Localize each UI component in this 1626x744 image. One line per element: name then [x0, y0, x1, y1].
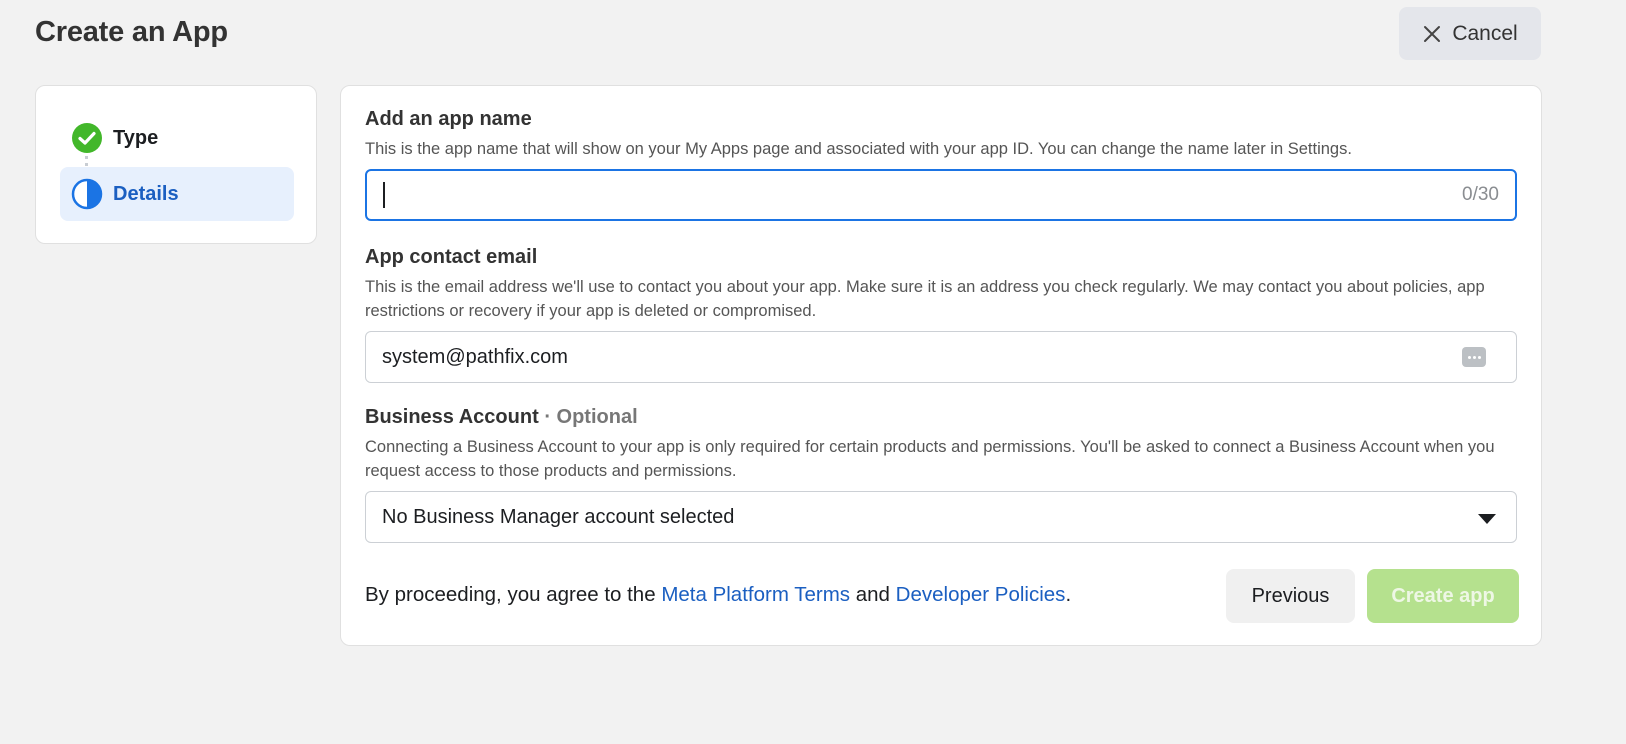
close-icon: [1424, 25, 1441, 42]
step-type[interactable]: Type: [60, 111, 294, 165]
contact-email-input[interactable]: system@pathfix.com: [365, 331, 1517, 383]
cancel-label: Cancel: [1452, 21, 1518, 45]
meta-platform-terms-link[interactable]: Meta Platform Terms: [661, 583, 850, 606]
business-account-help: Connecting a Business Account to your ap…: [365, 438, 1495, 480]
step-details[interactable]: Details: [60, 167, 294, 221]
check-circle-icon: [72, 123, 102, 153]
business-account-section: Business Account · Optional Connecting a…: [365, 406, 1517, 543]
terms-text: By proceeding, you agree to the Meta Pla…: [365, 583, 1071, 607]
business-account-label: Business Account · Optional: [365, 406, 1517, 429]
developer-policies-link[interactable]: Developer Policies: [896, 583, 1066, 606]
app-name-label: Add an app name: [365, 108, 532, 130]
step-label: Details: [113, 182, 179, 205]
char-counter: 0/30: [1462, 184, 1499, 205]
contact-email-value: system@pathfix.com: [382, 345, 568, 368]
app-name-input[interactable]: 0/30: [365, 169, 1517, 221]
contact-email-help: This is the email address we'll use to c…: [365, 278, 1485, 320]
business-account-selected: No Business Manager account selected: [382, 505, 735, 528]
step-label: Type: [113, 126, 159, 149]
terms-text-before: By proceeding, you agree to the: [365, 583, 662, 606]
optional-tag: · Optional: [544, 406, 638, 428]
cancel-button[interactable]: Cancel: [1399, 7, 1541, 60]
create-app-page: Create an App Cancel Type Details Add an…: [0, 0, 1626, 744]
app-name-section: Add an app name This is the app name tha…: [365, 108, 1517, 221]
text-caret: [383, 182, 385, 208]
caret-down-icon: [1478, 514, 1496, 524]
app-name-help: This is the app name that will show on y…: [365, 140, 1352, 158]
half-circle-icon: [71, 178, 103, 210]
page-title: Create an App: [35, 16, 228, 48]
terms-text-and: and: [850, 583, 896, 606]
contact-email-section: App contact email This is the email addr…: [365, 246, 1517, 383]
contact-email-label: App contact email: [365, 246, 538, 268]
autofill-icon[interactable]: [1462, 347, 1486, 367]
business-account-select[interactable]: No Business Manager account selected: [365, 491, 1517, 543]
business-account-title: Business Account: [365, 406, 539, 428]
details-form: Add an app name This is the app name tha…: [340, 85, 1542, 646]
stepper: Type Details: [35, 85, 317, 244]
create-app-button[interactable]: Create app: [1367, 569, 1519, 623]
terms-text-after: .: [1065, 583, 1072, 606]
previous-button[interactable]: Previous: [1226, 569, 1355, 623]
